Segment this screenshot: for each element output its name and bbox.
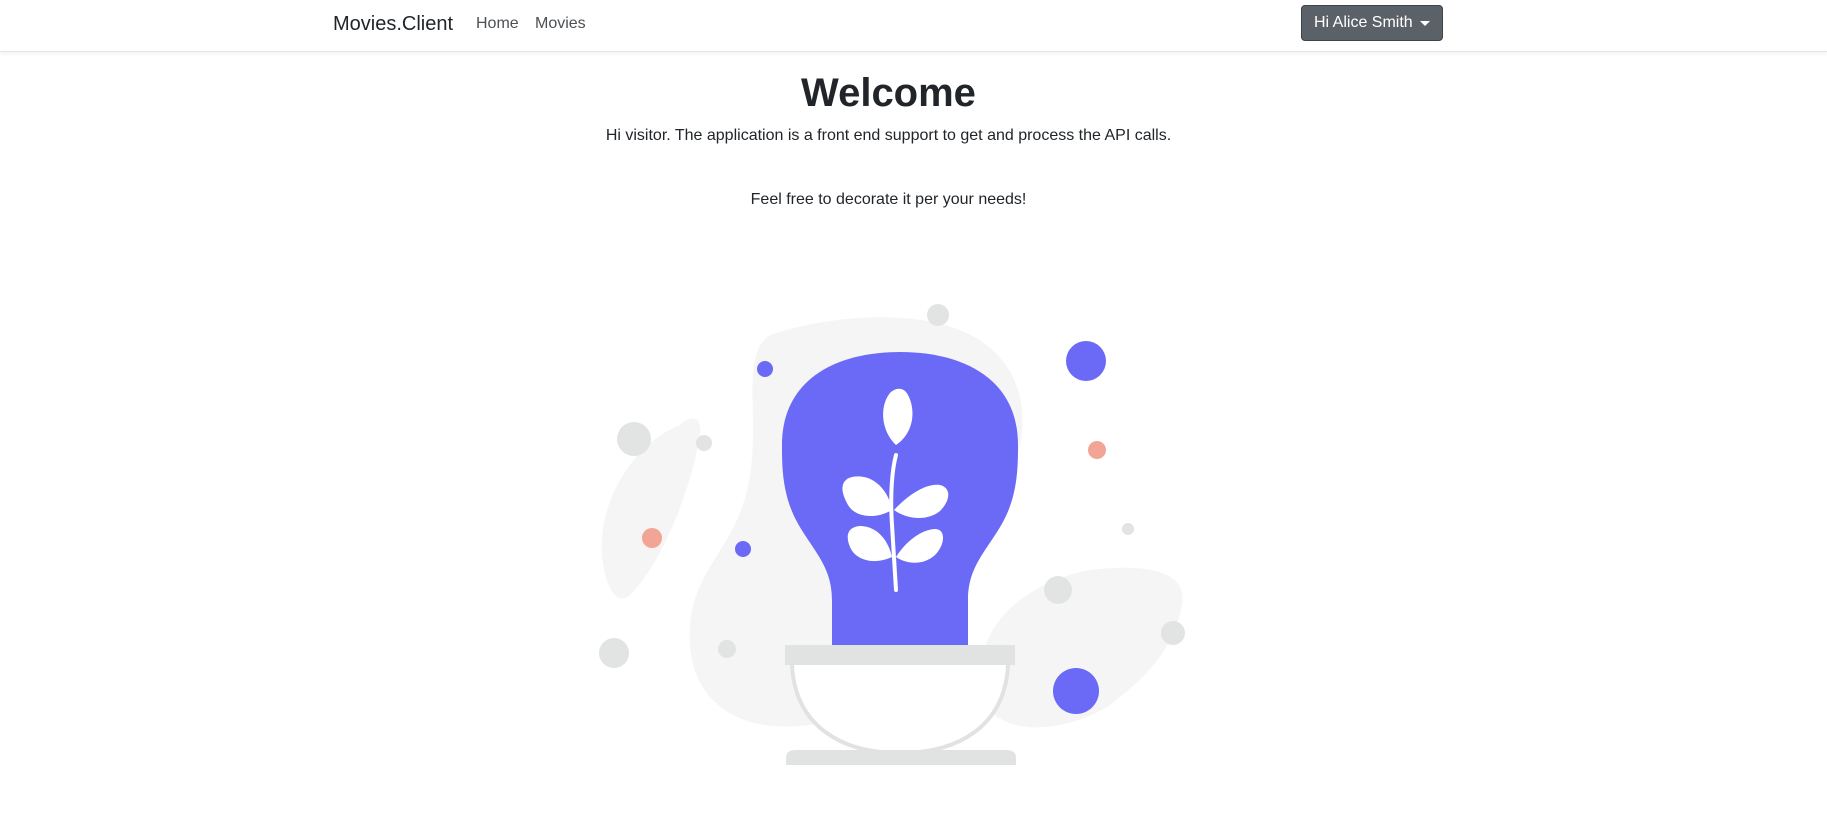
pot-rim	[785, 645, 1015, 665]
pot-base	[786, 750, 1016, 765]
page-title: Welcome	[801, 71, 976, 115]
dot-gray	[696, 435, 712, 451]
plant-lightbulb-illustration	[599, 304, 1185, 765]
dot-salmon	[642, 528, 662, 548]
nav-link-home[interactable]: Home	[476, 15, 519, 33]
caret-down-icon	[1420, 21, 1430, 26]
background-blob-left	[601, 418, 701, 599]
dot-gray	[718, 640, 736, 658]
brand-link[interactable]: Movies.Client	[333, 13, 453, 36]
top-navbar: Movies.Client Home Movies Hi Alice Smith	[0, 0, 1827, 52]
dot-accent	[735, 541, 751, 557]
pot-bowl	[790, 664, 1010, 756]
dot-gray	[599, 638, 629, 668]
dot-gray	[1122, 523, 1134, 535]
intro-text: Hi visitor. The application is a front e…	[605, 127, 1172, 144]
dot-gray	[617, 422, 651, 456]
note-text: Feel free to decorate it per your needs!	[750, 191, 1027, 208]
dot-accent	[757, 361, 773, 377]
nav-link-movies[interactable]: Movies	[535, 15, 586, 33]
dot-salmon	[1088, 441, 1106, 459]
dot-gray	[927, 304, 949, 326]
dot-accent	[1066, 341, 1106, 381]
user-menu-label: Hi Alice Smith	[1314, 14, 1413, 31]
user-menu-button[interactable]: Hi Alice Smith	[1301, 5, 1443, 41]
dot-gray	[1161, 621, 1185, 645]
dot-accent	[1053, 668, 1099, 714]
dot-gray	[1044, 576, 1072, 604]
